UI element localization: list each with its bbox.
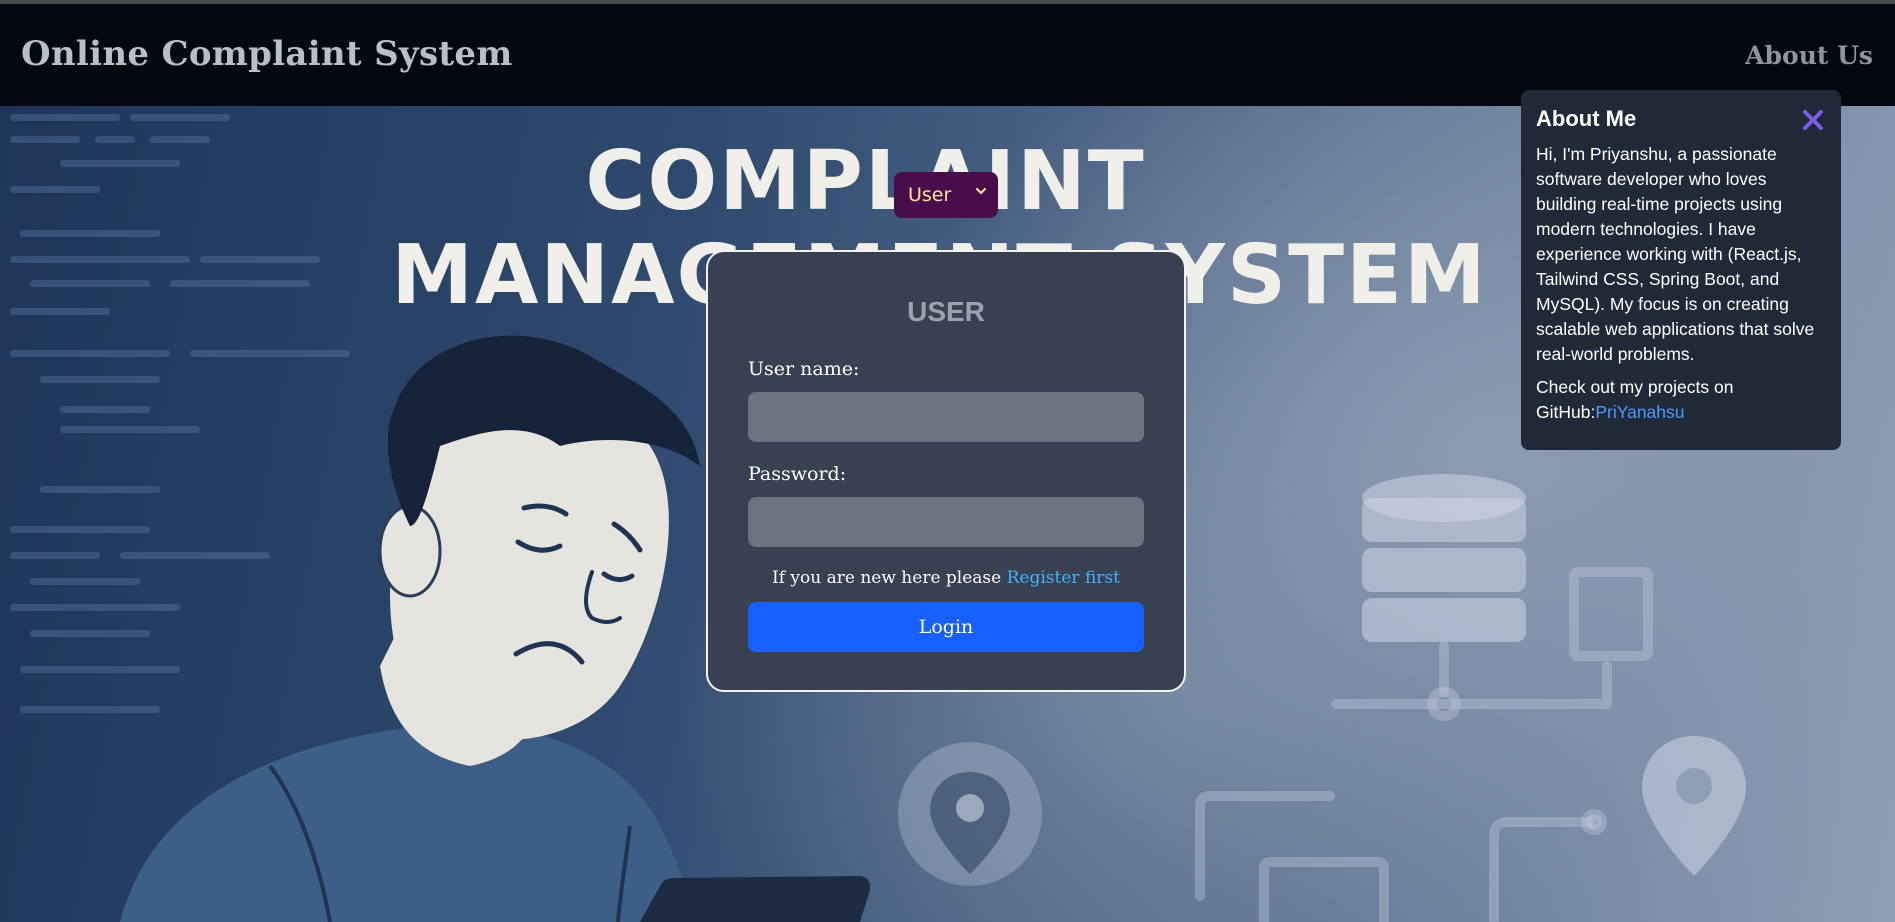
register-link[interactable]: Register first	[1007, 568, 1120, 588]
username-input[interactable]	[748, 392, 1144, 442]
login-card: USER User name: Password: If you are new…	[706, 250, 1186, 692]
brand-title: Online Complaint System	[21, 34, 513, 74]
role-select-value: User	[908, 184, 952, 206]
password-label: Password:	[748, 463, 847, 485]
login-card-title: USER	[907, 296, 985, 327]
about-us-link[interactable]: About Us	[1745, 41, 1873, 70]
about-me-github: Check out my projects on GitHub:PriYanah…	[1536, 375, 1826, 425]
about-me-title: About Me	[1536, 106, 1637, 131]
database-icon-decoration	[1362, 474, 1526, 642]
login-button[interactable]: Login	[748, 602, 1144, 652]
register-prefix-text: If you are new here please	[772, 568, 1002, 588]
app-frame: Online Complaint System About Us COMPLAI…	[0, 4, 1895, 922]
password-input[interactable]	[748, 497, 1144, 547]
chevron-down-icon	[975, 187, 987, 195]
role-select[interactable]: User	[894, 172, 998, 218]
close-icon[interactable]	[1801, 108, 1825, 132]
username-label: User name:	[748, 358, 860, 380]
github-link[interactable]: PriYanahsu	[1595, 402, 1684, 422]
about-me-bio: Hi, I'm Priyanshu, a passionate software…	[1536, 144, 1815, 364]
about-me-popup: About Me Hi, I'm Priyanshu, a passionate…	[1521, 90, 1841, 450]
register-prompt: If you are new here please Register firs…	[708, 568, 1184, 588]
